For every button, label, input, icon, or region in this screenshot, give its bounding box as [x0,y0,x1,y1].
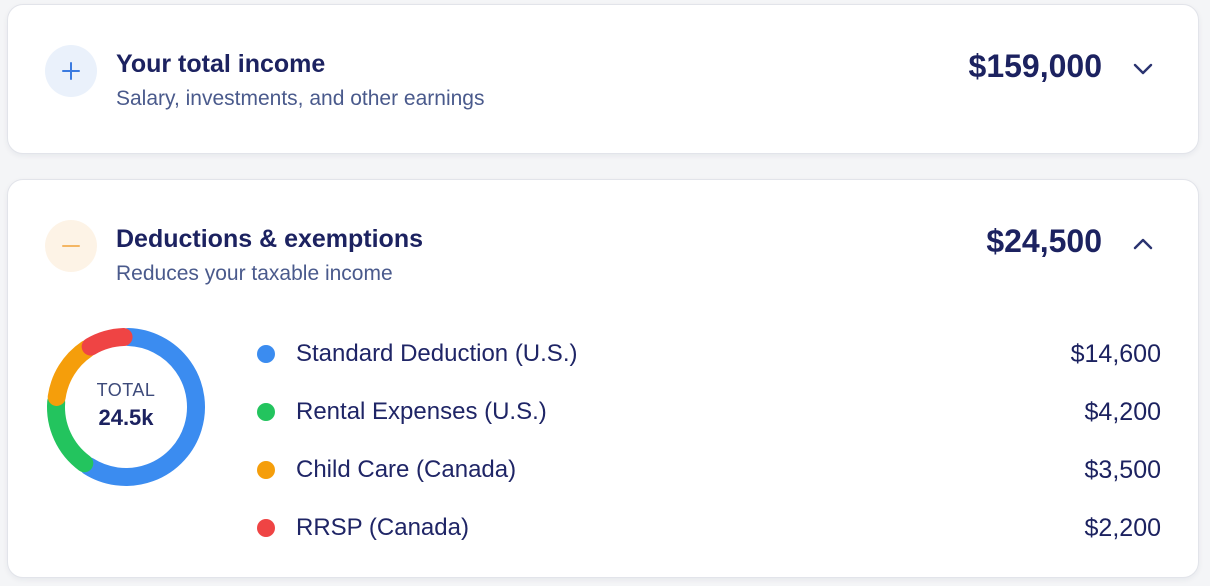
income-expand-toggle[interactable] [1130,56,1156,82]
income-amount: $159,000 [968,48,1102,84]
deductions-card[interactable]: Deductions & exemptions Reduces your tax… [7,179,1199,578]
deductions-collapse-button[interactable] [45,220,97,272]
legend-value: $3,500 [1084,455,1161,484]
legend-row[interactable]: Child Care (Canada) $3,500 [257,441,1161,499]
chevron-up-icon [1133,238,1153,250]
legend-dot-icon [257,519,275,537]
chevron-down-icon [1133,63,1153,75]
legend-label: Rental Expenses (U.S.) [296,398,547,425]
plus-icon [62,62,80,80]
deductions-amount: $24,500 [986,223,1102,259]
legend-row[interactable]: RRSP (Canada) $2,200 [257,499,1161,557]
legend-row[interactable]: Rental Expenses (U.S.) $4,200 [257,383,1161,441]
deductions-title: Deductions & exemptions [116,225,423,253]
donut-total-label: TOTAL [96,379,156,400]
legend-value: $14,600 [1070,339,1161,368]
deductions-expand-toggle[interactable] [1130,231,1156,257]
donut-center: TOTAL 24.5k [45,326,207,488]
legend-label: Child Care (Canada) [296,456,517,483]
deductions-subtitle: Reduces your taxable income [116,262,393,285]
minus-icon [62,245,80,247]
income-subtitle: Salary, investments, and other earnings [116,87,485,110]
legend-row[interactable]: Standard Deduction (U.S.) $14,600 [257,325,1161,383]
legend-label: Standard Deduction (U.S.) [296,340,578,367]
legend-value: $4,200 [1084,397,1161,426]
donut-total-value: 24.5k [98,404,154,430]
legend-dot-icon [257,461,275,479]
legend-value: $2,200 [1084,513,1161,542]
deductions-donut-chart: TOTAL 24.5k [45,326,207,488]
legend-dot-icon [257,345,275,363]
income-add-button[interactable] [45,45,97,97]
income-card[interactable]: Your total income Salary, investments, a… [7,4,1199,154]
legend-dot-icon [257,403,275,421]
deductions-legend: Standard Deduction (U.S.) $14,600 Rental… [257,325,1161,557]
income-title: Your total income [116,50,326,78]
legend-label: RRSP (Canada) [296,514,469,541]
